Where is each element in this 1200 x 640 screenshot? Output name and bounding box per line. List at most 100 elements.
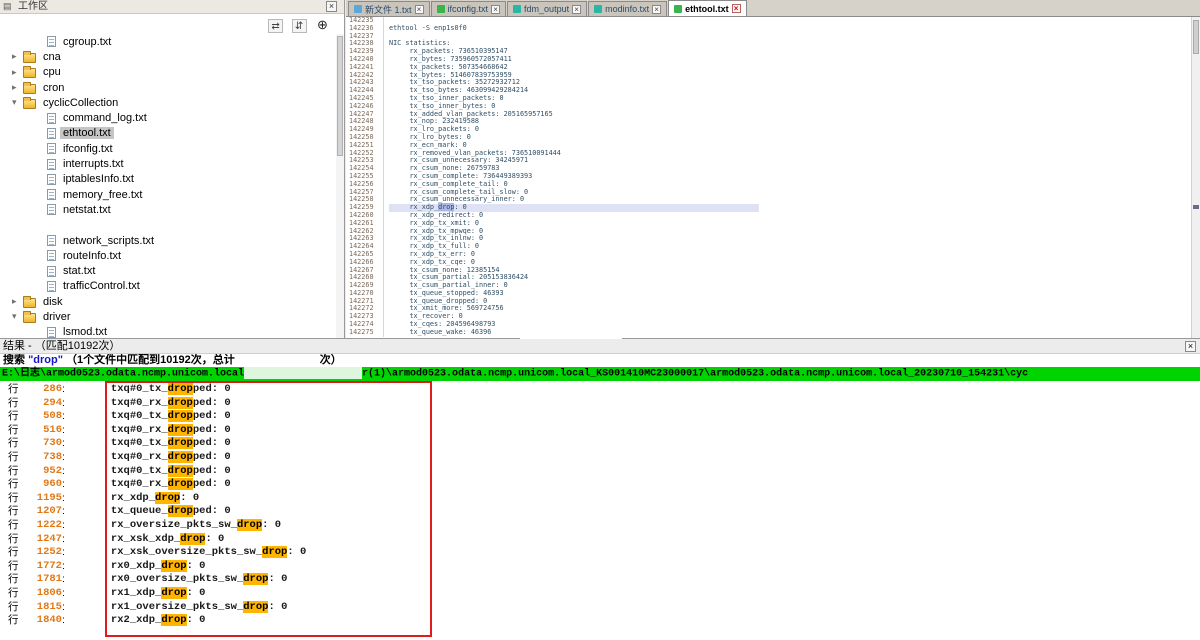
editor-line[interactable]: 142275 tx_queue_wake: 46396 (346, 329, 1191, 337)
editor-line[interactable]: 142272 tx_xmit_more: 569724756 (346, 305, 1191, 313)
tree-item[interactable] (0, 218, 336, 233)
expand-arrow-icon[interactable] (12, 311, 23, 322)
result-file-path[interactable]: E:\日志\armod0523.odata.ncmp.unicom.localr… (0, 367, 1200, 381)
result-text: rx2_xdp_drop: 0 (111, 614, 206, 628)
row-colon: : (62, 492, 65, 506)
expand-arrow-icon[interactable] (12, 97, 23, 108)
collapse-all-icon[interactable]: ⇵ (292, 19, 307, 33)
result-row[interactable]: 行 1806 : rx1_xdp_drop: 0 (0, 587, 1200, 601)
tree-item-label: disk (40, 296, 66, 308)
result-row[interactable]: 行 952 : txq#0_tx_dropped: 0 (0, 465, 1200, 479)
result-row[interactable]: 行 738 : txq#0_rx_dropped: 0 (0, 451, 1200, 465)
expand-arrow-icon[interactable] (12, 82, 23, 93)
editor-scrollbar[interactable] (1191, 17, 1200, 338)
result-row[interactable]: 行 1781 : rx0_oversize_pkts_sw_drop: 0 (0, 573, 1200, 587)
expand-arrow-icon[interactable] (12, 296, 23, 307)
file-type-icon (47, 36, 56, 47)
tab-close-icon[interactable]: × (652, 5, 661, 14)
editor-tab[interactable]: modinfo.txt × (588, 1, 667, 16)
tree-item[interactable]: netstat.txt (0, 202, 336, 217)
tab-close-icon[interactable]: × (491, 5, 500, 14)
row-label: 行 (0, 533, 22, 547)
result-row[interactable]: 行 1247 : rx_xsk_xdp_drop: 0 (0, 533, 1200, 547)
result-row[interactable]: 行 1252 : rx_xsk_oversize_pkts_sw_drop: 0 (0, 546, 1200, 560)
locate-file-icon[interactable]: ⊕ (315, 18, 330, 32)
result-row[interactable]: 行 1195 : rx_xdp_drop: 0 (0, 492, 1200, 506)
tree-scrollbar[interactable] (336, 34, 344, 338)
line-number: 142275 (346, 329, 384, 337)
tree-item[interactable]: ethtool.txt (0, 126, 336, 141)
result-row[interactable]: 行 286 : txq#0_tx_dropped: 0 (0, 383, 1200, 397)
tree-item[interactable]: iptablesInfo.txt (0, 172, 336, 187)
result-row[interactable]: 行 1815 : rx1_oversize_pkts_sw_drop: 0 (0, 601, 1200, 615)
result-line-number: 960 (22, 478, 62, 492)
result-row[interactable]: 行 516 : txq#0_rx_dropped: 0 (0, 424, 1200, 438)
expand-arrow-icon[interactable] (12, 67, 23, 78)
tree-item[interactable]: cron (0, 80, 336, 95)
tree-item[interactable]: lsmod.txt (0, 325, 336, 338)
row-colon: : (62, 451, 65, 465)
tab-close-icon[interactable]: × (732, 4, 741, 13)
tree-item[interactable]: cna (0, 49, 336, 64)
tree-item[interactable]: trafficControl.txt (0, 279, 336, 294)
tree-item[interactable]: network_scripts.txt (0, 233, 336, 248)
result-text: tx_queue_dropped: 0 (111, 505, 231, 519)
expand-arrow-icon[interactable] (12, 51, 23, 62)
tab-close-icon[interactable]: × (415, 5, 424, 14)
workspace-close-icon[interactable]: × (326, 1, 337, 12)
tab-close-icon[interactable]: × (572, 5, 581, 14)
tree-item[interactable]: cpu (0, 65, 336, 80)
tree-item-label: ethtool.txt (60, 127, 114, 139)
editor-line[interactable]: 142235 (346, 17, 1191, 25)
editor-line[interactable]: 142236 ethtool -S enp1s0f0 (346, 25, 1191, 33)
result-rows: 行 286 : txq#0_tx_dropped: 0 行 294 : txq#… (0, 381, 1200, 628)
editor-line[interactable]: 142250 rx_lro_bytes: 0 (346, 134, 1191, 142)
tree-item[interactable]: routeInfo.txt (0, 248, 336, 263)
result-line-number: 516 (22, 424, 62, 438)
result-row[interactable]: 行 1207 : tx_queue_dropped: 0 (0, 505, 1200, 519)
editor-scrollbar-thumb[interactable] (1193, 20, 1199, 54)
result-text: rx_xdp_drop: 0 (111, 492, 199, 506)
tree-item[interactable]: cyclicCollection (0, 95, 336, 110)
tree-item-label: cron (40, 82, 67, 94)
editor-line[interactable]: 142249 rx_lro_packets: 0 (346, 126, 1191, 134)
redaction-blur (520, 322, 622, 339)
workspace-title: 工作区 (18, 0, 48, 13)
editor-tab[interactable]: fdm_output × (507, 1, 587, 16)
tree-item[interactable]: ifconfig.txt (0, 141, 336, 156)
result-text: rx0_xdp_drop: 0 (111, 560, 206, 574)
tree-item[interactable]: interrupts.txt (0, 156, 336, 171)
tree-scrollbar-thumb[interactable] (337, 36, 343, 156)
text-editor[interactable]: 142235 142236 ethtool -S enp1s0f0 142237… (346, 17, 1191, 338)
row-colon: : (62, 424, 65, 438)
result-row[interactable]: 行 960 : txq#0_rx_dropped: 0 (0, 478, 1200, 492)
row-label: 行 (0, 601, 22, 615)
editor-tab[interactable]: ifconfig.txt × (431, 1, 507, 16)
result-row[interactable]: 行 1840 : rx2_xdp_drop: 0 (0, 614, 1200, 628)
editor-tab[interactable]: ethtool.txt × (668, 0, 747, 16)
results-close-icon[interactable]: × (1185, 341, 1196, 352)
result-row[interactable]: 行 508 : txq#0_tx_dropped: 0 (0, 410, 1200, 424)
path-prefix: E:\日志\armod0523.odata.ncmp.unicom.local (2, 369, 244, 380)
tree-item[interactable]: command_log.txt (0, 110, 336, 125)
tree-item-label: memory_free.txt (60, 189, 145, 201)
result-text: txq#0_rx_dropped: 0 (111, 424, 231, 438)
tree-item[interactable]: stat.txt (0, 263, 336, 278)
result-row[interactable]: 行 1222 : rx_oversize_pkts_sw_drop: 0 (0, 519, 1200, 533)
tree-item[interactable]: driver (0, 309, 336, 324)
tree-item[interactable]: memory_free.txt (0, 187, 336, 202)
result-text: rx_xsk_oversize_pkts_sw_drop: 0 (111, 546, 306, 560)
tree-item[interactable]: cgroup.txt (0, 34, 336, 49)
result-row[interactable]: 行 730 : txq#0_tx_dropped: 0 (0, 437, 1200, 451)
panel-menu-icon[interactable]: ▤ (3, 0, 12, 13)
result-row[interactable]: 行 294 : txq#0_rx_dropped: 0 (0, 397, 1200, 411)
editor-tab[interactable]: 新文件 1.txt × (348, 1, 430, 16)
result-row[interactable]: 行 1772 : rx0_xdp_drop: 0 (0, 560, 1200, 574)
tree-item[interactable]: disk (0, 294, 336, 309)
row-colon: : (62, 573, 65, 587)
file-type-icon (47, 250, 56, 261)
tree-item-label: stat.txt (60, 265, 98, 277)
sync-view-icon[interactable]: ⇄ (268, 19, 283, 33)
editor-line[interactable]: 142258 rx_csum_unnecessary_inner: 0 (346, 196, 1191, 204)
editor-line[interactable]: 142237 (346, 33, 1191, 41)
